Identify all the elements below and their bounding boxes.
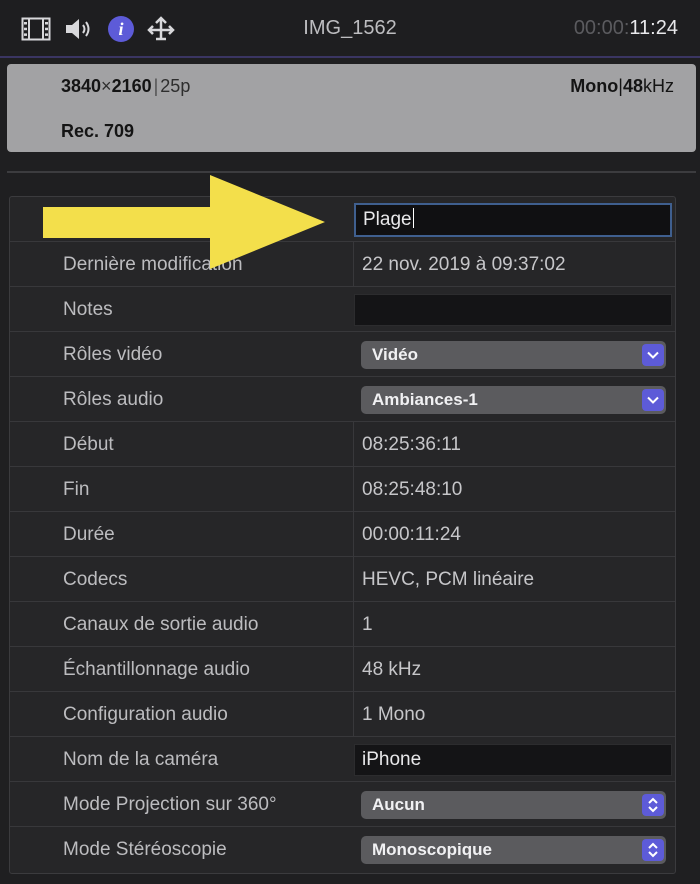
property-row-360-projection: Mode Projection sur 360° Aucun (10, 782, 675, 827)
name-field-value: Plage (363, 209, 412, 230)
chevron-down-icon (642, 344, 664, 366)
annotation-arrow-icon (43, 175, 325, 269)
property-label: Mode Projection sur 360° (63, 794, 277, 815)
video-roles-popup[interactable]: Vidéo (361, 341, 666, 369)
property-row-video-roles: Rôles vidéo Vidéo (10, 332, 675, 377)
audio-channels: Mono (570, 76, 619, 96)
property-row-start: Début 08:25:36:11 (10, 422, 675, 467)
property-label: Canaux de sortie audio (63, 614, 259, 635)
property-row-audio-roles: Rôles audio Ambiances-1 (10, 377, 675, 422)
stereoscopy-popup[interactable]: Monoscopique (361, 836, 666, 864)
property-value: 08:25:48:10 (362, 479, 463, 500)
video-format: 3840×2160 | 25p (61, 76, 191, 96)
color-space: Rec. 709 (61, 121, 135, 141)
property-row-duration: Durée 00:00:11:24 (10, 512, 675, 557)
inspector-toolbar: i IMG_1562 00:00:11:24 (0, 0, 700, 58)
property-row-audio-config: Configuration audio 1 Mono (10, 692, 675, 737)
property-label: Rôles audio (63, 389, 164, 410)
share-icon[interactable] (145, 14, 177, 44)
resolution-height: 2160 (111, 76, 152, 96)
property-row-notes: Notes (10, 287, 675, 332)
film-icon[interactable] (20, 14, 52, 44)
camera-name-field[interactable]: iPhone (354, 744, 672, 776)
property-label: Configuration audio (63, 704, 228, 725)
sample-rate-unit: kHz (643, 76, 674, 96)
chevron-updown-icon (642, 839, 664, 861)
frame-rate: 25p (160, 76, 191, 96)
timecode-dim: 00:00: (573, 17, 630, 39)
popup-value: Vidéo (372, 345, 418, 364)
property-row-sample-rate: Échantillonnage audio 48 kHz (10, 647, 675, 692)
property-value: 1 Mono (362, 704, 426, 725)
property-row-end: Fin 08:25:48:10 (10, 467, 675, 512)
property-value: 1 (362, 614, 373, 635)
speaker-icon[interactable] (63, 14, 95, 44)
property-label: Durée (63, 524, 115, 545)
audio-roles-popup[interactable]: Ambiances-1 (361, 386, 666, 414)
property-label: Nom de la caméra (63, 749, 219, 770)
sample-rate-value: 48 (622, 76, 643, 96)
popup-value: Aucun (372, 795, 425, 814)
popup-value: Ambiances-1 (372, 390, 478, 409)
resolution-width: 3840 (61, 76, 102, 96)
chevron-down-icon (642, 389, 664, 411)
name-field[interactable]: Plage (354, 203, 672, 237)
property-label: Rôles vidéo (63, 344, 163, 365)
clip-info-header: 3840×2160 | 25p Mono|48kHz Rec. 709 (7, 64, 696, 152)
property-value: HEVC, PCM linéaire (362, 569, 535, 590)
timecode: 00:00:11:24 (574, 17, 678, 40)
text-caret (412, 208, 414, 228)
property-label: Codecs (63, 569, 128, 590)
property-row-audio-channels: Canaux de sortie audio 1 (10, 602, 675, 647)
popup-value: Monoscopique (372, 840, 492, 859)
svg-text:i: i (118, 19, 123, 39)
property-label: Échantillonnage audio (63, 659, 250, 680)
property-label: Début (63, 434, 114, 455)
properties-table: Plage Dernière modification 22 nov. 2019… (9, 196, 676, 874)
projection-360-popup[interactable]: Aucun (361, 791, 666, 819)
chevron-updown-icon (642, 794, 664, 816)
property-label: Mode Stéréoscopie (63, 839, 227, 860)
property-row-codecs: Codecs HEVC, PCM linéaire (10, 557, 675, 602)
info-icon[interactable]: i (105, 14, 137, 44)
property-label: Fin (63, 479, 90, 500)
property-label: Notes (63, 299, 113, 320)
timecode-main: 11:24 (629, 17, 678, 39)
notes-field[interactable] (354, 294, 672, 326)
property-row-stereoscopy: Mode Stéréoscopie Monoscopique (10, 827, 675, 872)
property-value: 22 nov. 2019 à 09:37:02 (362, 254, 566, 275)
property-row-camera-name: Nom de la caméra iPhone (10, 737, 675, 782)
property-value: 08:25:36:11 (362, 434, 461, 455)
property-value: 48 kHz (362, 659, 422, 680)
resolution-times: × (101, 76, 112, 96)
audio-format: Mono|48kHz (570, 76, 674, 96)
property-value: 00:00:11:24 (362, 524, 461, 545)
